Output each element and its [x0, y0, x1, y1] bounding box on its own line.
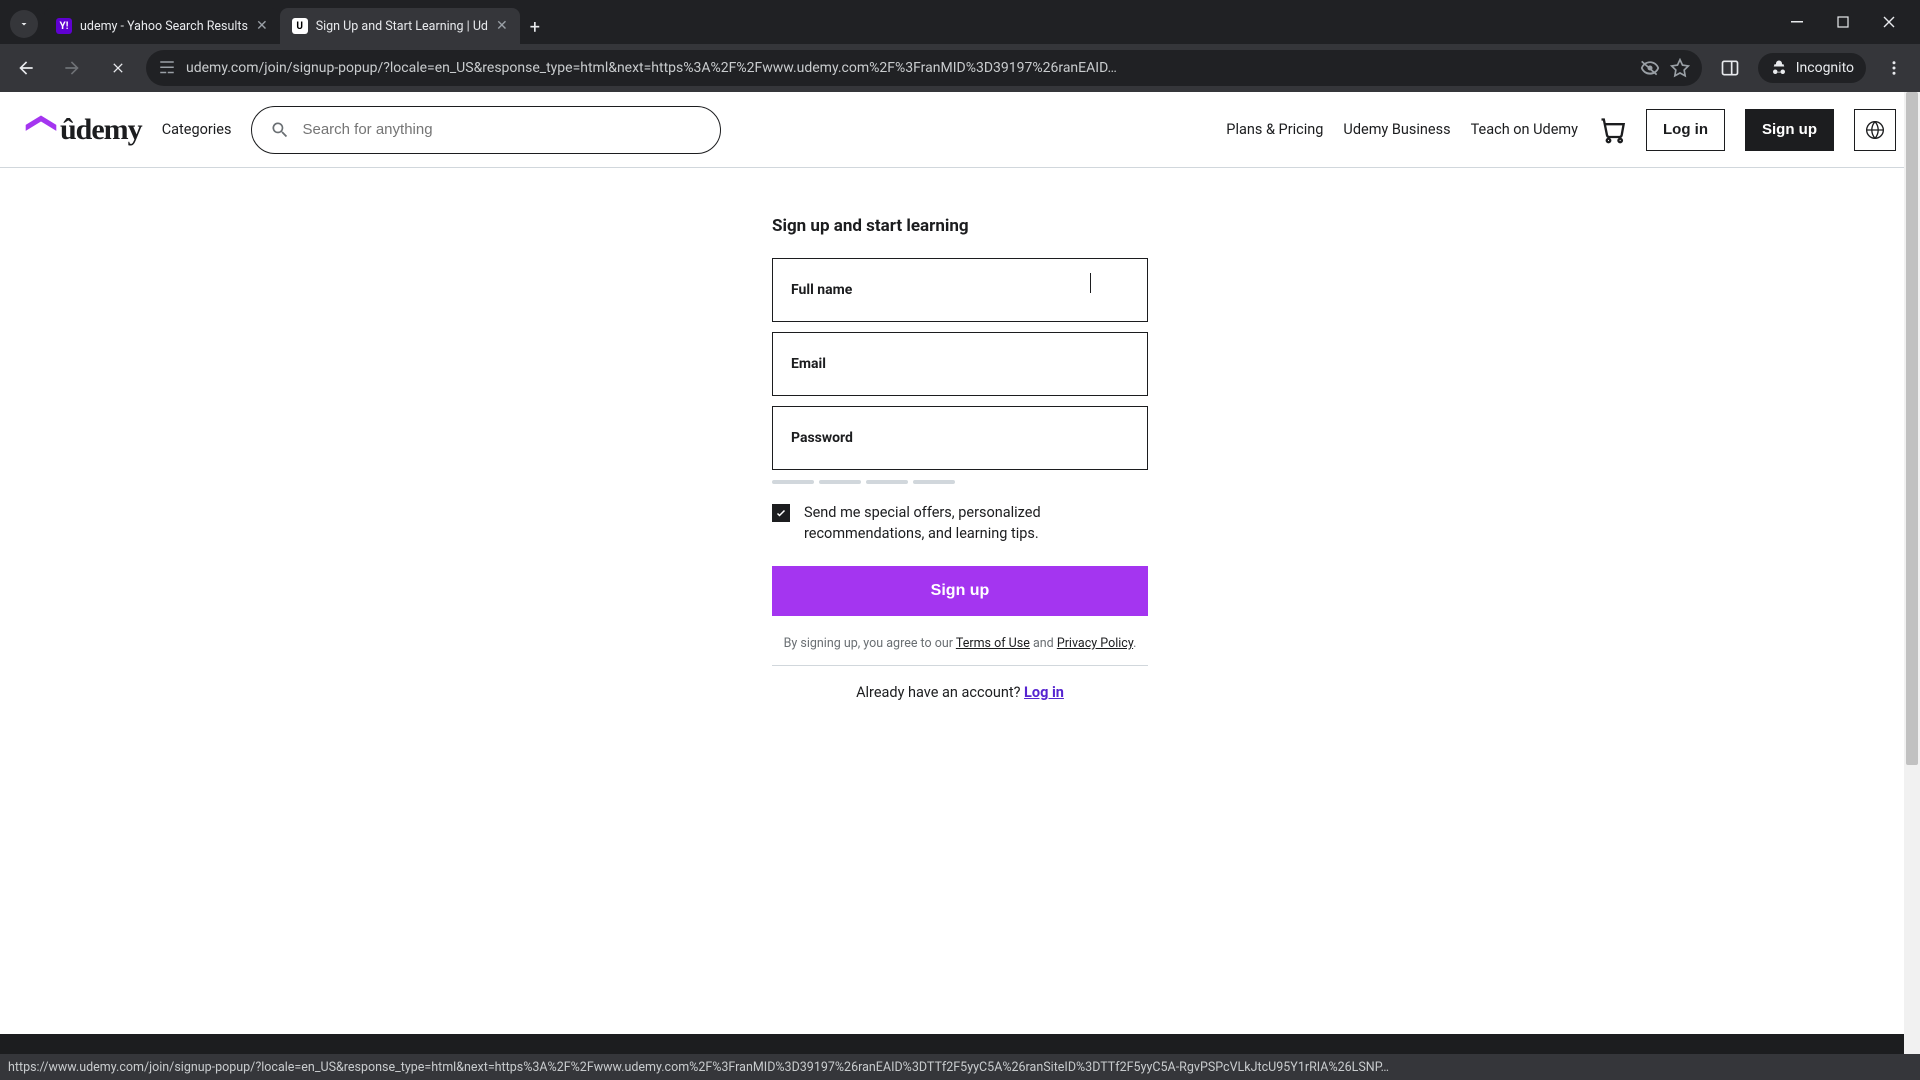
minimize-icon: [1791, 16, 1803, 28]
search-icon: [270, 120, 290, 140]
site-header: ûdemy Categories Plans & Pricing Udemy B…: [0, 92, 1920, 168]
close-window-button[interactable]: [1866, 6, 1912, 38]
offers-checkbox-row[interactable]: Send me special offers, personalized rec…: [772, 502, 1148, 544]
terms-text: By signing up, you agree to our Terms of…: [772, 636, 1148, 651]
search-bar[interactable]: [251, 106, 721, 154]
password-strength-meter: [772, 480, 1148, 484]
browser-tab-active[interactable]: U Sign Up and Start Learning | Ud ✕: [280, 8, 520, 44]
close-icon: [1883, 16, 1895, 28]
fullname-field[interactable]: Full name: [772, 258, 1148, 322]
browser-tab-inactive[interactable]: Y! udemy - Yahoo Search Results ✕: [44, 8, 280, 44]
incognito-icon: [1770, 59, 1788, 77]
panel-icon: [1720, 58, 1740, 78]
search-input[interactable]: [302, 121, 702, 138]
fullname-label: Full name: [791, 282, 852, 298]
forward-button[interactable]: [54, 50, 90, 86]
chevron-down-icon: [18, 18, 30, 30]
minimize-button[interactable]: [1774, 6, 1820, 38]
language-button[interactable]: [1854, 109, 1896, 151]
close-icon[interactable]: ✕: [256, 18, 268, 34]
udemy-logo-icon: [24, 115, 58, 145]
incognito-label: Incognito: [1796, 60, 1854, 76]
site-settings-icon[interactable]: [158, 59, 176, 77]
side-panel-button[interactable]: [1712, 50, 1748, 86]
back-button[interactable]: [8, 50, 44, 86]
eye-off-icon[interactable]: [1640, 58, 1660, 78]
udemy-business-link[interactable]: Udemy Business: [1343, 121, 1450, 138]
arrow-right-icon: [62, 58, 82, 78]
tab-search-button[interactable]: [10, 10, 38, 38]
address-bar[interactable]: udemy.com/join/signup-popup/?locale=en_U…: [146, 50, 1702, 86]
text-cursor-icon: [1090, 273, 1091, 293]
page-footer-stripe: [0, 1034, 1904, 1054]
categories-link[interactable]: Categories: [162, 121, 232, 138]
cart-button[interactable]: [1598, 116, 1626, 144]
maximize-button[interactable]: [1820, 6, 1866, 38]
favicon-udemy-icon: U: [292, 18, 308, 34]
password-label: Password: [791, 430, 853, 446]
email-field[interactable]: Email: [772, 332, 1148, 396]
divider: [772, 665, 1148, 666]
stop-reload-button[interactable]: [100, 50, 136, 86]
offers-label: Send me special offers, personalized rec…: [804, 502, 1148, 544]
close-icon[interactable]: ✕: [496, 18, 508, 34]
login-link[interactable]: Log in: [1024, 684, 1064, 701]
browser-statusbar: https://www.udemy.com/join/signup-popup/…: [0, 1054, 1920, 1080]
favicon-yahoo-icon: Y!: [56, 18, 72, 34]
login-button[interactable]: Log in: [1646, 109, 1725, 151]
browser-menu-button[interactable]: [1876, 50, 1912, 86]
signup-button[interactable]: Sign up: [1745, 109, 1834, 151]
offers-checkbox[interactable]: [772, 504, 790, 522]
login-prompt: Already have an account? Log in: [772, 684, 1148, 701]
logo-text: ûdemy: [60, 113, 142, 147]
incognito-indicator[interactable]: Incognito: [1758, 53, 1866, 83]
tab-title: Sign Up and Start Learning | Ud: [316, 19, 488, 34]
url-text: udemy.com/join/signup-popup/?locale=en_U…: [186, 60, 1630, 76]
dots-vertical-icon: [1885, 59, 1903, 77]
check-icon: [775, 507, 787, 519]
tab-title: udemy - Yahoo Search Results: [80, 19, 248, 34]
cart-icon: [1598, 116, 1626, 144]
page-content: ûdemy Categories Plans & Pricing Udemy B…: [0, 92, 1920, 1054]
teach-link[interactable]: Teach on Udemy: [1471, 121, 1578, 138]
form-title: Sign up and start learning: [772, 216, 1148, 236]
star-icon[interactable]: [1670, 58, 1690, 78]
submit-signup-button[interactable]: Sign up: [772, 566, 1148, 616]
email-label: Email: [791, 356, 826, 372]
maximize-icon: [1837, 16, 1849, 28]
plans-pricing-link[interactable]: Plans & Pricing: [1226, 121, 1323, 138]
udemy-logo[interactable]: ûdemy: [24, 113, 142, 147]
status-url: https://www.udemy.com/join/signup-popup/…: [8, 1060, 1389, 1075]
window-controls: [1774, 0, 1912, 44]
browser-toolbar: udemy.com/join/signup-popup/?locale=en_U…: [0, 44, 1920, 92]
password-field[interactable]: Password: [772, 406, 1148, 470]
close-icon: [110, 60, 126, 76]
arrow-left-icon: [16, 58, 36, 78]
globe-icon: [1865, 120, 1885, 140]
scrollbar-thumb[interactable]: [1906, 92, 1918, 765]
browser-tabstrip: Y! udemy - Yahoo Search Results ✕ U Sign…: [0, 0, 1920, 44]
vertical-scrollbar[interactable]: [1904, 92, 1920, 1054]
terms-of-use-link[interactable]: Terms of Use: [956, 636, 1030, 651]
privacy-policy-link[interactable]: Privacy Policy: [1057, 636, 1133, 651]
new-tab-button[interactable]: +: [520, 17, 550, 44]
signup-form: Sign up and start learning Full name Ema…: [772, 216, 1148, 701]
